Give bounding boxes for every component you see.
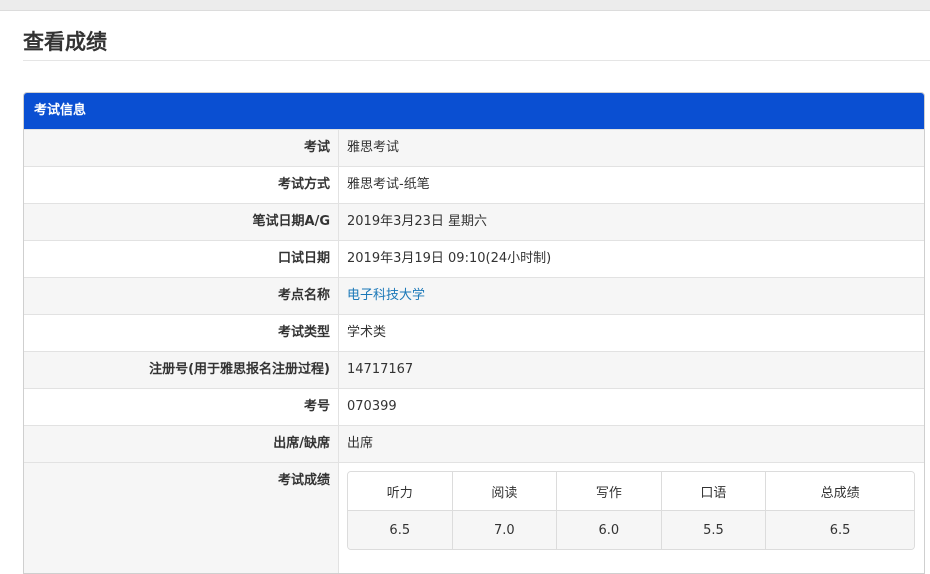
row-scores: 考试成绩 听力 阅读 写作 口语 总成绩 6.5 7.0 6.0 5.5 6.5	[24, 462, 924, 573]
score-header-row: 听力 阅读 写作 口语 总成绩	[348, 472, 914, 511]
score-header-speaking: 口语	[661, 472, 767, 511]
score-listening: 6.5	[348, 511, 453, 549]
label-candidate-number: 考号	[24, 389, 339, 425]
value-written-date: 2019年3月23日 星期六	[347, 214, 488, 229]
row-written-date: 笔试日期A/G 2019年3月23日 星期六	[24, 203, 924, 240]
score-header-reading: 阅读	[452, 472, 558, 511]
value-exam-type: 学术类	[347, 325, 387, 340]
label-registration-number: 注册号(用于雅思报名注册过程)	[24, 352, 339, 388]
value-attendance: 出席	[347, 436, 374, 451]
title-divider	[23, 60, 930, 61]
value-exam: 雅思考试	[347, 140, 400, 155]
info-rows: 考试 雅思考试 考试方式 雅思考试-纸笔 笔试日期A/G 2019年3月23日 …	[24, 129, 924, 573]
score-value-row: 6.5 7.0 6.0 5.5 6.5	[348, 511, 914, 549]
row-registration-number: 注册号(用于雅思报名注册过程) 14717167	[24, 351, 924, 388]
score-writing: 6.0	[557, 511, 662, 549]
row-exam-mode: 考试方式 雅思考试-纸笔	[24, 166, 924, 203]
score-overall: 6.5	[766, 511, 914, 549]
top-bar	[0, 0, 930, 11]
score-table: 听力 阅读 写作 口语 总成绩 6.5 7.0 6.0 5.5 6.5	[347, 471, 915, 550]
scores-cell: 听力 阅读 写作 口语 总成绩 6.5 7.0 6.0 5.5 6.5	[339, 463, 924, 573]
row-test-centre: 考点名称 电子科技大学	[24, 277, 924, 314]
exam-info-panel: 考试信息 考试 雅思考试 考试方式 雅思考试-纸笔 笔试日期A/G 2019年3…	[23, 92, 925, 574]
label-scores: 考试成绩	[24, 463, 339, 573]
score-reading: 7.0	[452, 511, 558, 549]
value-candidate-number: 070399	[347, 399, 397, 414]
label-written-date: 笔试日期A/G	[24, 204, 339, 240]
label-exam-mode: 考试方式	[24, 167, 339, 203]
label-exam-type: 考试类型	[24, 315, 339, 351]
row-exam-type: 考试类型 学术类	[24, 314, 924, 351]
value-exam-mode: 雅思考试-纸笔	[347, 177, 430, 192]
label-attendance: 出席/缺席	[24, 426, 339, 462]
row-candidate-number: 考号 070399	[24, 388, 924, 425]
label-exam: 考试	[24, 130, 339, 166]
score-header-listening: 听力	[348, 472, 453, 511]
score-speaking: 5.5	[661, 511, 767, 549]
label-speaking-date: 口试日期	[24, 241, 339, 277]
score-header-writing: 写作	[557, 472, 662, 511]
row-attendance: 出席/缺席 出席	[24, 425, 924, 462]
value-registration-number: 14717167	[347, 362, 414, 377]
test-centre-link[interactable]: 电子科技大学	[339, 278, 924, 314]
score-header-overall: 总成绩	[766, 472, 914, 511]
label-test-centre: 考点名称	[24, 278, 339, 314]
row-exam: 考试 雅思考试	[24, 129, 924, 166]
panel-header: 考试信息	[24, 93, 924, 129]
row-speaking-date: 口试日期 2019年3月19日 09:10(24小时制)	[24, 240, 924, 277]
value-speaking-date: 2019年3月19日 09:10(24小时制)	[347, 251, 552, 266]
page-title: 查看成绩	[23, 30, 107, 54]
